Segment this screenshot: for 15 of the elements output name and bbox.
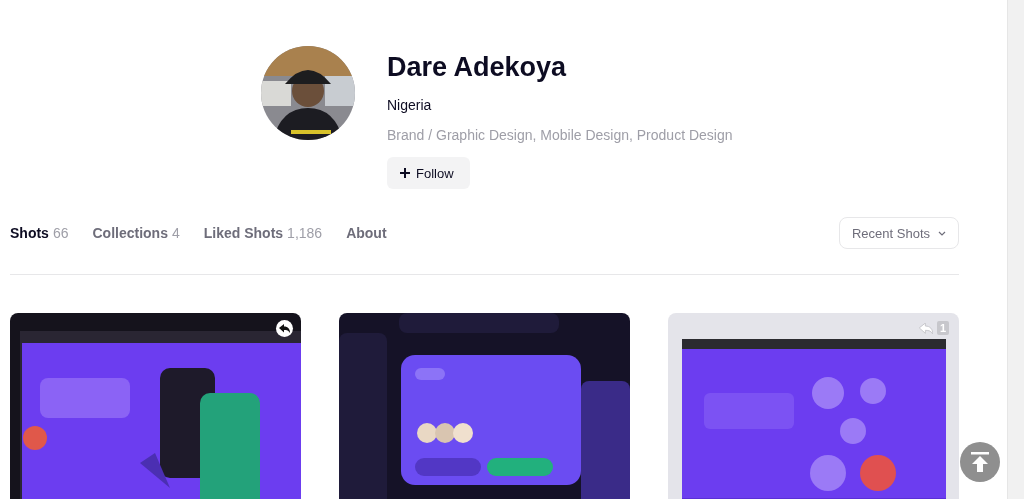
plus-icon [400, 168, 410, 178]
tab[interactable]: About [346, 225, 387, 241]
tab[interactable]: Collections 4 [92, 225, 180, 241]
tab[interactable]: Liked Shots 1,186 [203, 225, 323, 241]
reply-arrow-icon [279, 324, 290, 333]
chevron-down-icon [938, 230, 946, 236]
profile-name: Dare Adekoya [387, 52, 568, 83]
sort-dropdown[interactable]: Recent Shots [838, 217, 959, 249]
location: Nigeria [387, 97, 433, 113]
arrow-up-icon [971, 452, 989, 472]
scroll-to-top-button[interactable] [960, 442, 1000, 482]
tab[interactable]: Shots 66 [10, 225, 69, 241]
skills: Brand / Graphic Design, Mobile Design, Product Design [387, 127, 733, 143]
follow-button[interactable]: Follow [387, 157, 470, 189]
scrollbar[interactable] [1007, 0, 1024, 499]
